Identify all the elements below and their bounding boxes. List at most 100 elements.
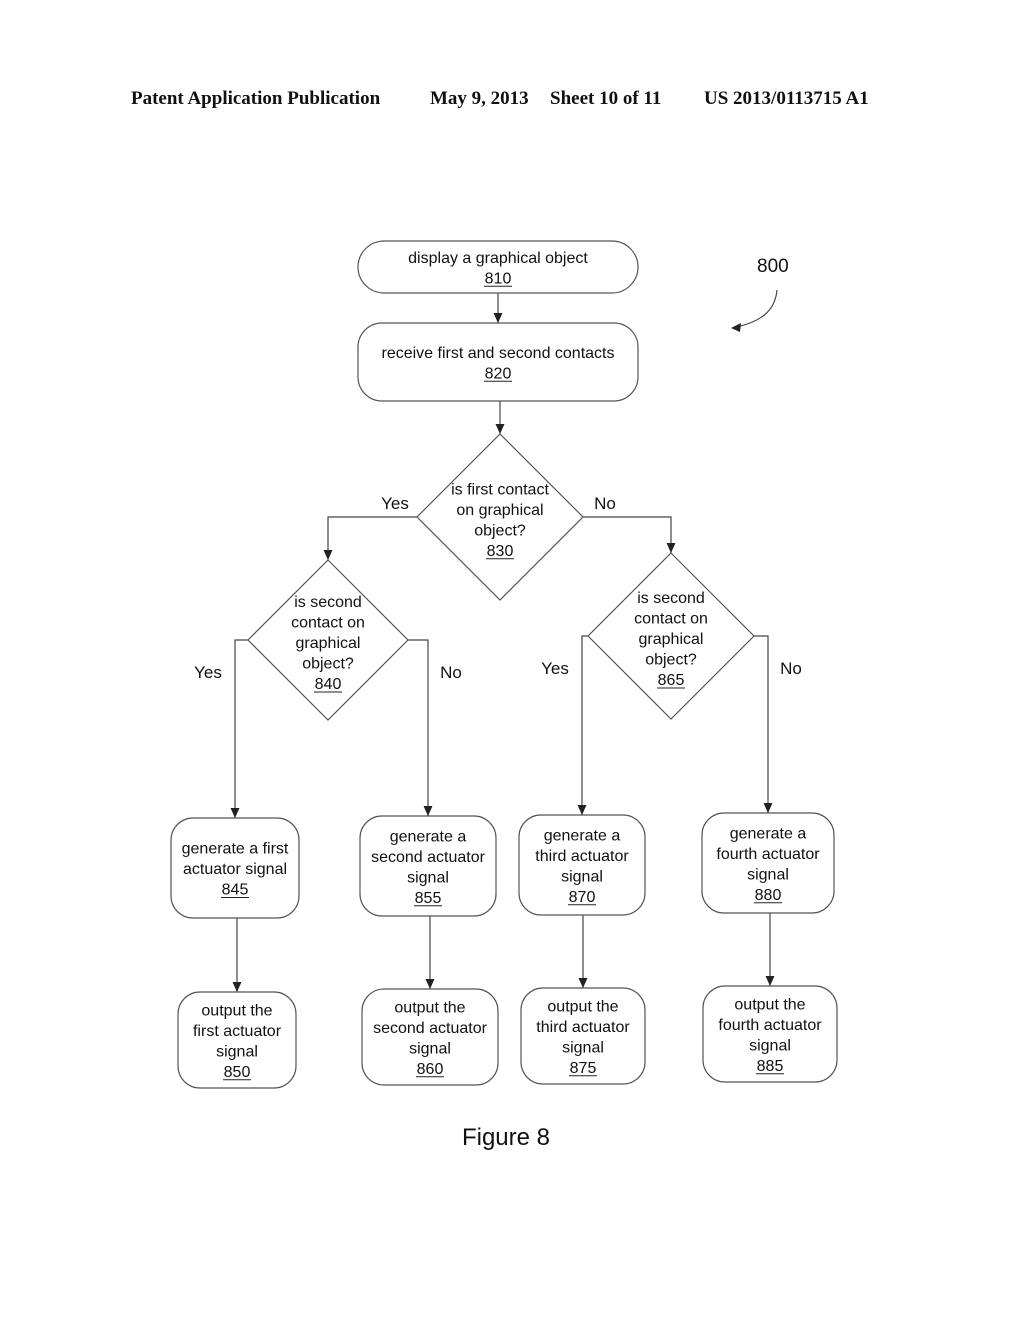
node-text-line: actuator signal bbox=[183, 861, 287, 878]
arrowhead-icon bbox=[230, 808, 240, 818]
edge-label-yes: Yes bbox=[541, 659, 569, 678]
node-text-line: third actuator bbox=[535, 848, 629, 865]
node-text-line: output the bbox=[547, 998, 618, 1015]
node-reference-number: 880 bbox=[755, 887, 782, 904]
flow-node-840: is second contact on graphical object? 840 bbox=[247, 559, 409, 721]
node-text-line: signal bbox=[409, 1040, 451, 1057]
node-text-line: signal bbox=[749, 1037, 791, 1054]
edge-label-yes: Yes bbox=[381, 494, 409, 513]
node-text-line: signal bbox=[562, 1039, 604, 1056]
node-text-line: fourth actuator bbox=[718, 1017, 822, 1034]
edge-840-845 bbox=[230, 639, 248, 818]
node-text-line: graphical bbox=[639, 631, 704, 648]
node-text-line: display a graphical object bbox=[408, 250, 588, 267]
arrowhead-icon bbox=[323, 550, 333, 560]
arrowhead-icon bbox=[423, 806, 433, 816]
node-text-line: object? bbox=[474, 522, 526, 539]
node-text-line: receive first and second contacts bbox=[381, 345, 614, 362]
edge-855-860 bbox=[425, 916, 435, 989]
arrowhead-icon bbox=[763, 803, 773, 813]
node-text-line: is second bbox=[637, 590, 705, 607]
connector-line bbox=[408, 639, 429, 816]
flow-node-885: output the fourth actuator signal 885 bbox=[702, 985, 838, 1083]
edge-label-no: No bbox=[440, 663, 462, 682]
arrowhead-icon bbox=[495, 424, 505, 434]
node-reference-number: 855 bbox=[415, 890, 442, 907]
edge-label-no: No bbox=[594, 494, 616, 513]
reference-arrow-icon bbox=[732, 289, 778, 329]
process-box bbox=[357, 322, 639, 402]
connector-line bbox=[583, 516, 672, 553]
node-text-line: first actuator bbox=[193, 1023, 282, 1040]
node-text-line: fourth actuator bbox=[716, 846, 820, 863]
flow-node-845: generate a first actuator signal 845 bbox=[170, 817, 300, 919]
arrowhead-icon bbox=[493, 313, 503, 323]
node-reference-number: 875 bbox=[570, 1060, 597, 1077]
node-reference-number: 870 bbox=[569, 889, 596, 906]
node-reference-number: 845 bbox=[222, 882, 249, 899]
node-text-line: output the bbox=[394, 999, 465, 1016]
node-text-line: output the bbox=[734, 996, 805, 1013]
node-text-line: on graphical bbox=[456, 502, 543, 519]
node-reference-number: 810 bbox=[485, 270, 512, 287]
edge-label-no: No bbox=[780, 659, 802, 678]
edge-820-830 bbox=[495, 401, 505, 434]
arrowhead-icon bbox=[425, 979, 435, 989]
node-text-line: object? bbox=[302, 656, 354, 673]
arrowhead-icon bbox=[765, 976, 775, 986]
node-reference-number: 850 bbox=[224, 1064, 251, 1081]
node-reference-number: 840 bbox=[315, 676, 342, 693]
connector-line bbox=[234, 639, 248, 818]
node-reference-number: 865 bbox=[658, 672, 685, 689]
connector-line bbox=[754, 635, 769, 813]
node-text-line: is second bbox=[294, 594, 362, 611]
node-text-line: output the bbox=[201, 1002, 272, 1019]
nodes-layer: display a graphical object 810 receive fir… bbox=[170, 240, 838, 1089]
edge-845-850 bbox=[232, 918, 242, 992]
node-text-line: is first contact bbox=[451, 481, 549, 498]
flow-node-875: output the third actuator signal 875 bbox=[520, 987, 646, 1085]
flow-node-860: output the second actuator signal 860 bbox=[361, 988, 499, 1086]
arrowhead-icon bbox=[666, 543, 676, 553]
edge-label-yes: Yes bbox=[194, 663, 222, 682]
flow-node-810: display a graphical object 810 bbox=[357, 240, 639, 294]
node-text-line: signal bbox=[216, 1043, 258, 1060]
flow-node-880: generate a fourth actuator signal 880 bbox=[701, 812, 835, 914]
flow-node-830: is first contact on graphical object? 830 bbox=[416, 433, 584, 601]
node-text-line: third actuator bbox=[536, 1019, 630, 1036]
figure-reference-label: 800 bbox=[757, 256, 789, 277]
node-reference-number: 860 bbox=[417, 1061, 444, 1078]
node-reference-number: 885 bbox=[757, 1058, 784, 1075]
node-text-line: object? bbox=[645, 652, 697, 669]
figure-caption: Figure 8 bbox=[462, 1124, 550, 1151]
node-text-line: second actuator bbox=[371, 849, 486, 866]
node-text-line: generate a bbox=[544, 827, 621, 844]
node-text-line: graphical bbox=[296, 635, 361, 652]
edge-810-820 bbox=[493, 293, 503, 323]
node-text-line: generate a bbox=[390, 828, 467, 845]
flow-node-855: generate a second actuator signal 855 bbox=[359, 815, 497, 917]
arrowhead-icon bbox=[232, 982, 242, 992]
edge-830-840 bbox=[323, 516, 417, 560]
arrowhead-icon bbox=[578, 978, 588, 988]
flowchart: display a graphical object 810 receive fir… bbox=[170, 240, 838, 1151]
edge-865-870 bbox=[577, 635, 588, 815]
edge-865-880 bbox=[754, 635, 773, 813]
node-text-line: signal bbox=[407, 869, 449, 886]
arrowhead-icon bbox=[577, 805, 587, 815]
flow-node-850: output the first actuator signal 850 bbox=[177, 991, 297, 1089]
reference-arrowhead-icon bbox=[731, 323, 741, 332]
connector-line bbox=[327, 516, 417, 560]
edge-830-865 bbox=[583, 516, 676, 553]
node-text-line: signal bbox=[747, 866, 789, 883]
flow-node-870: generate a third actuator signal 870 bbox=[518, 814, 646, 916]
node-reference-number: 820 bbox=[485, 365, 512, 382]
node-reference-number: 830 bbox=[487, 543, 514, 560]
edge-880-885 bbox=[765, 913, 775, 986]
node-text-line: contact on bbox=[634, 611, 708, 628]
edge-840-855 bbox=[408, 639, 433, 816]
flow-node-865: is second contact on graphical object? 865 bbox=[587, 552, 755, 720]
node-text-line: generate a bbox=[730, 825, 807, 842]
connector-line bbox=[581, 635, 588, 815]
flow-node-820: receive first and second contacts 820 bbox=[357, 322, 639, 402]
